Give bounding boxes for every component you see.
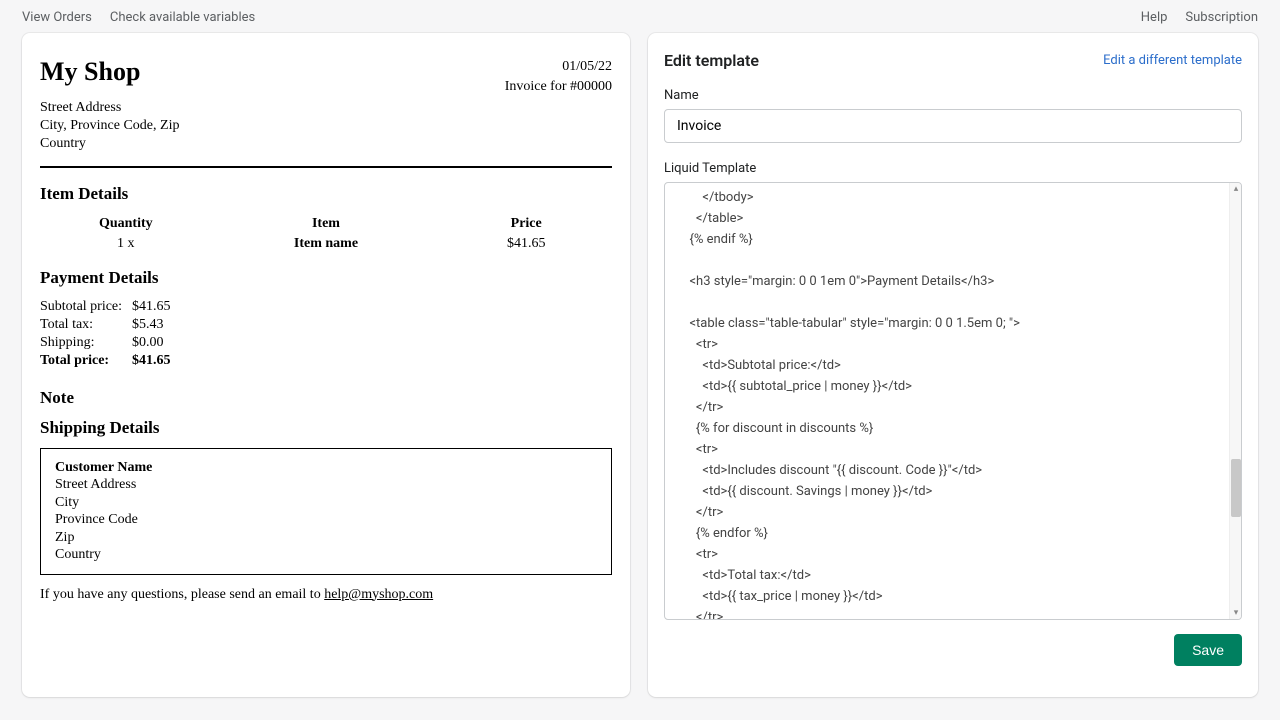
shop-country: Country <box>40 135 612 153</box>
edit-different-template-link[interactable]: Edit a different template <box>1103 53 1242 68</box>
ship-country: Country <box>55 546 597 564</box>
invoice-number: Invoice for #00000 <box>505 77 612 97</box>
liquid-code-editor[interactable]: </tbody> </table> {% endif %} <h3 style=… <box>665 183 1229 619</box>
ship-province: Province Code <box>55 511 597 529</box>
footer-note: If you have any questions, please send a… <box>40 587 612 603</box>
liquid-code-container: </tbody> </table> {% endif %} <h3 style=… <box>664 182 1242 620</box>
shop-city-line: City, Province Code, Zip <box>40 117 612 135</box>
editor-title: Edit template <box>664 51 759 70</box>
view-orders-link[interactable]: View Orders <box>22 10 92 25</box>
payment-details-heading: Payment Details <box>40 268 612 288</box>
shipping-label: Shipping: <box>40 334 132 352</box>
save-button[interactable]: Save <box>1174 634 1242 666</box>
shop-name: My Shop <box>40 57 140 87</box>
total-label: Total price: <box>40 352 132 370</box>
template-name-input[interactable] <box>664 109 1242 143</box>
shop-address: Street Address City, Province Code, Zip … <box>40 99 612 154</box>
shipping-value: $0.00 <box>132 334 181 352</box>
total-value: $41.65 <box>132 352 181 370</box>
subtotal-value: $41.65 <box>132 298 181 316</box>
invoice-preview: My Shop 01/05/22 Invoice for #00000 Stre… <box>22 33 630 697</box>
col-item: Item <box>212 214 441 234</box>
tax-label: Total tax: <box>40 316 132 334</box>
scroll-up-icon[interactable]: ▴ <box>1230 183 1242 195</box>
cell-price: $41.65 <box>440 234 612 254</box>
help-link[interactable]: Help <box>1141 10 1168 25</box>
code-scrollbar[interactable]: ▴ ▾ <box>1229 183 1241 619</box>
scroll-thumb[interactable] <box>1231 459 1241 517</box>
top-bar: View Orders Check available variables He… <box>0 0 1280 33</box>
ship-zip: Zip <box>55 529 597 547</box>
subscription-link[interactable]: Subscription <box>1185 10 1258 25</box>
cell-qty: 1 x <box>40 234 212 254</box>
liquid-label: Liquid Template <box>664 161 1242 176</box>
shipping-box: Customer Name Street Address City Provin… <box>40 448 612 575</box>
scroll-down-icon[interactable]: ▾ <box>1230 607 1242 619</box>
col-quantity: Quantity <box>40 214 212 234</box>
cell-item: Item name <box>212 234 441 254</box>
col-price: Price <box>440 214 612 234</box>
item-details-heading: Item Details <box>40 184 612 204</box>
name-label: Name <box>664 88 1242 103</box>
ship-street: Street Address <box>55 476 597 494</box>
item-row: 1 x Item name $41.65 <box>40 234 612 254</box>
note-heading: Note <box>40 388 612 408</box>
invoice-date: 01/05/22 <box>505 57 612 77</box>
check-variables-link[interactable]: Check available variables <box>110 10 255 25</box>
shop-street: Street Address <box>40 99 612 117</box>
customer-name: Customer Name <box>55 459 597 477</box>
ship-city: City <box>55 494 597 512</box>
template-editor: Edit template Edit a different template … <box>648 33 1258 697</box>
item-table: Quantity Item Price 1 x Item name $41.65 <box>40 214 612 254</box>
payment-table: Subtotal price:$41.65 Total tax:$5.43 Sh… <box>40 298 181 370</box>
divider <box>40 166 612 168</box>
footer-email-link[interactable]: help@myshop.com <box>324 587 433 602</box>
footer-text: If you have any questions, please send a… <box>40 587 324 602</box>
shipping-details-heading: Shipping Details <box>40 418 612 438</box>
subtotal-label: Subtotal price: <box>40 298 132 316</box>
tax-value: $5.43 <box>132 316 181 334</box>
